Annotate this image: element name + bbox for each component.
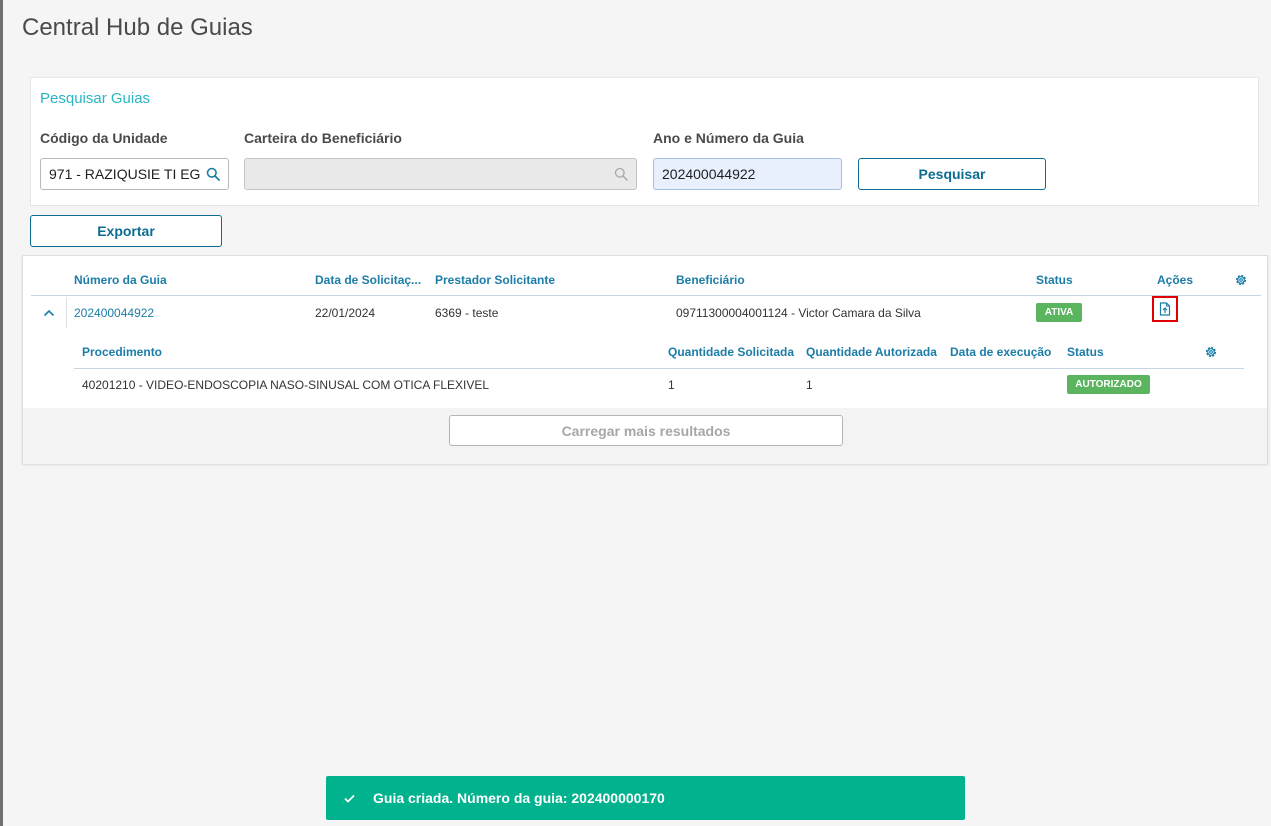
column-header-request-date[interactable]: Data de Solicitaç... (315, 273, 421, 287)
qty-authorized-cell: 1 (806, 378, 813, 392)
detail-header-divider (74, 368, 1244, 369)
chevron-up-icon (43, 309, 54, 316)
success-toast: Guia criada. Número da guia: 20240000017… (326, 776, 965, 820)
row-collapse-toggle[interactable] (31, 297, 67, 328)
file-upload-icon (1159, 302, 1171, 316)
search-panel-title: Pesquisar Guias (40, 90, 151, 107)
page-title: Central Hub de Guias (22, 14, 253, 41)
provider-cell: 6369 - teste (435, 306, 499, 320)
results-table: Número da Guia Data de Solicitaç... Pres… (22, 255, 1268, 464)
check-icon (344, 794, 355, 803)
search-icon[interactable] (206, 167, 220, 181)
guide-number-input[interactable]: 202400044922 (653, 158, 842, 190)
procedure-detail-table: Procedimento Quantidade Solicitada Quant… (66, 329, 1261, 408)
export-button[interactable]: Exportar (30, 215, 222, 247)
column-header-beneficiary[interactable]: Beneficiário (676, 273, 745, 287)
beneficiary-card-label: Carteira do Beneficiário (244, 130, 402, 146)
detail-settings-gear-icon[interactable] (1204, 345, 1218, 359)
search-button[interactable]: Pesquisar (858, 158, 1046, 190)
column-header-status[interactable]: Status (1036, 273, 1073, 287)
guide-number-label: Ano e Número da Guia (653, 130, 804, 146)
column-header-guide-number[interactable]: Número da Guia (74, 273, 167, 287)
procedure-status-badge: AUTORIZADO (1067, 375, 1150, 394)
column-header-procedure[interactable]: Procedimento (82, 345, 162, 359)
table-footer: Carregar mais resultados (23, 408, 1267, 464)
request-date-cell: 22/01/2024 (315, 306, 376, 320)
unit-code-input[interactable]: 971 - RAZIQUSIE TI EGUIDES (40, 158, 229, 190)
table-settings-gear-icon[interactable] (1234, 273, 1248, 287)
window-left-border (0, 0, 3, 826)
status-badge: ATIVA (1036, 303, 1082, 322)
unit-code-label: Código da Unidade (40, 130, 168, 146)
column-header-provider[interactable]: Prestador Solicitante (435, 273, 555, 287)
qty-requested-cell: 1 (668, 378, 675, 392)
beneficiary-card-input (244, 158, 637, 190)
load-more-button[interactable]: Carregar mais resultados (449, 415, 843, 446)
procedure-cell: 40201210 - VIDEO-ENDOSCOPIA NASO-SINUSAL… (82, 378, 490, 392)
column-header-procedure-status[interactable]: Status (1067, 345, 1104, 359)
column-header-qty-requested[interactable]: Quantidade Solicitada (668, 345, 794, 359)
column-header-qty-authorized[interactable]: Quantidade Autorizada (806, 345, 937, 359)
guide-number-value: 202400044922 (662, 166, 756, 182)
guide-number-link[interactable]: 202400044922 (74, 306, 154, 320)
unit-code-value: 971 - RAZIQUSIE TI EGUIDES (49, 166, 200, 182)
column-header-actions: Ações (1157, 273, 1194, 287)
search-panel: Pesquisar Guias Código da Unidade 971 - … (30, 77, 1259, 206)
table-header-divider (31, 295, 1261, 296)
upload-file-action-button[interactable] (1152, 296, 1178, 322)
search-icon (614, 167, 628, 181)
beneficiary-cell: 09711300004001124 - Victor Camara da Sil… (676, 306, 921, 320)
toast-message: Guia criada. Número da guia: 20240000017… (373, 790, 665, 806)
column-header-execution-date[interactable]: Data de execução (950, 345, 1051, 359)
